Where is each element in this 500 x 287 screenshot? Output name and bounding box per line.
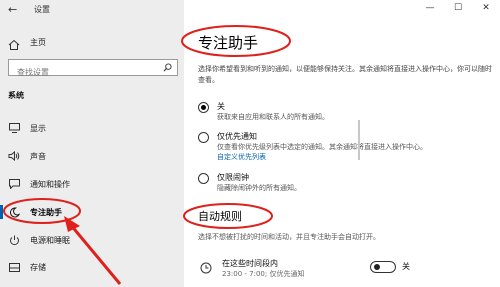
sidebar: ← 设置 主页 系统 显示 声音 [0, 0, 184, 287]
auto-rules-description: 选择不想被打扰的时间和活动，并且专注助手会自动打开。 [198, 233, 380, 241]
sidebar-item-label: 显示 [30, 123, 46, 133]
power-icon [8, 234, 20, 246]
sidebar-item-focus-assist[interactable]: 专注助手 [0, 203, 184, 221]
rule-during-these-times[interactable]: 在这些时间段内 23:00 - 7:00; 仅优先通知 关 [198, 258, 498, 282]
radio-priority-only[interactable] [198, 132, 209, 143]
toggle-label: 关 [402, 262, 410, 271]
option-subtitle: 获取来自应用和联系人的所有通知。 [217, 113, 329, 121]
clock-icon [200, 262, 212, 274]
radio-off[interactable] [198, 102, 209, 113]
customize-priority-link[interactable]: 自定义优先列表 [217, 152, 487, 163]
sidebar-item-display[interactable]: 显示 [0, 119, 184, 137]
sidebar-item-storage[interactable]: 存储 [0, 258, 184, 276]
search-icon[interactable] [163, 63, 172, 72]
minimize-button[interactable]: — [416, 0, 444, 16]
sidebar-item-label: 存储 [30, 262, 46, 272]
active-indicator [0, 205, 3, 219]
settings-window: ← 设置 主页 系统 显示 声音 [0, 0, 500, 287]
main-content: — ☐ ✕ 专注助手 选择你希望看到和听到的通知，以便能够保持关注。其余通知将直… [184, 0, 500, 287]
scrollbar[interactable] [358, 120, 360, 160]
sidebar-item-notifications[interactable]: 通知和操作 [0, 175, 184, 193]
close-button[interactable]: ✕ [472, 0, 500, 16]
sidebar-item-label: 专注助手 [30, 207, 62, 217]
search-box[interactable] [8, 59, 178, 80]
option-subtitle: 隐藏除闹钟外的所有通知。 [217, 184, 301, 192]
rule-toggle[interactable] [370, 261, 396, 273]
storage-icon [8, 261, 20, 273]
option-off[interactable]: 关 获取来自应用和联系人的所有通知。 [198, 101, 487, 122]
radio-selected-dot [201, 105, 206, 110]
maximize-button[interactable]: ☐ [444, 0, 472, 16]
option-alarms-only[interactable]: 仅限闹钟 隐藏除闹钟外的所有通知。 [198, 172, 487, 193]
toggle-knob [374, 264, 380, 270]
section-label-system: 系统 [8, 91, 24, 100]
sidebar-item-label: 声音 [30, 151, 46, 161]
notification-icon [8, 178, 20, 190]
page-title: 专注助手 [198, 34, 259, 52]
option-title: 仅优先通知 [217, 132, 257, 141]
moon-icon [8, 206, 20, 218]
rule-title: 在这些时间段内 [222, 259, 278, 268]
search-input[interactable] [15, 65, 155, 80]
sidebar-item-label: 电源和睡眠 [30, 235, 70, 245]
window-controls: — ☐ ✕ [416, 0, 500, 16]
speaker-icon [8, 150, 20, 162]
page-description: 选择你希望看到和听到的通知，以便能够保持关注。其余通知将直接进入操作中心，你可以… [198, 65, 492, 84]
option-title: 仅限闹钟 [217, 173, 249, 182]
sidebar-item-home[interactable]: 主页 [8, 36, 46, 50]
rule-subtitle: 23:00 - 7:00; 仅优先通知 [222, 270, 305, 278]
sidebar-item-label: 通知和操作 [30, 179, 70, 189]
auto-rules-title: 自动规则 [198, 210, 242, 223]
home-icon [8, 36, 20, 50]
back-arrow-icon[interactable]: ← [8, 4, 20, 16]
home-label: 主页 [30, 37, 46, 47]
option-subtitle: 仅查看你优先级列表中选定的通知。其余通知将直接进入操作中心。 [217, 143, 427, 151]
sidebar-item-sound[interactable]: 声音 [0, 147, 184, 165]
monitor-icon [8, 122, 20, 134]
radio-alarms-only[interactable] [198, 173, 209, 184]
sidebar-item-power-sleep[interactable]: 电源和睡眠 [0, 231, 184, 249]
option-title: 关 [217, 102, 225, 111]
option-priority-only[interactable]: 仅优先通知 仅查看你优先级列表中选定的通知。其余通知将直接进入操作中心。 自定义… [198, 131, 487, 163]
app-title: 设置 [34, 5, 50, 14]
